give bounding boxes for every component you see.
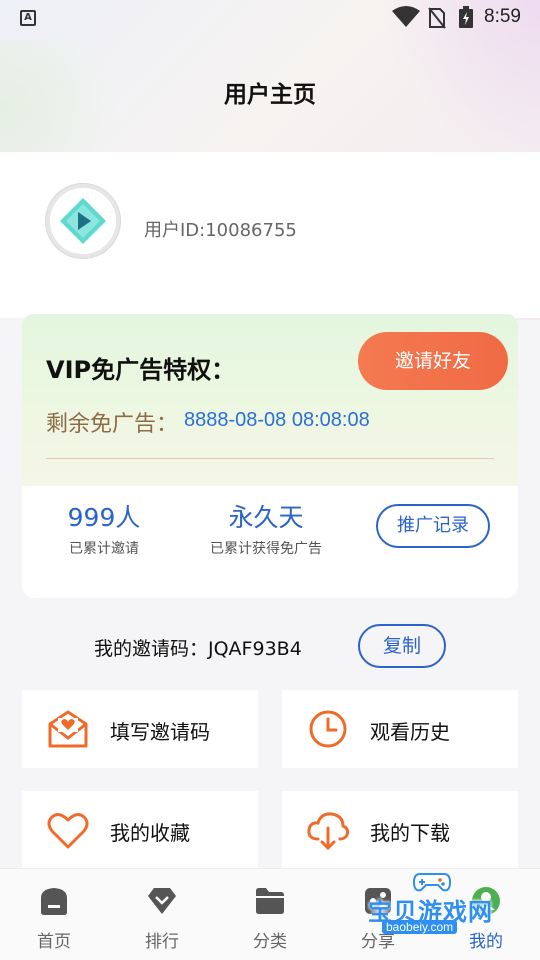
divider: [46, 458, 494, 459]
vip-card: VIP免广告特权： 邀请好友 剩余免广告： 8888-08-08 08:08:0…: [22, 314, 518, 598]
folder-icon: [256, 888, 284, 914]
remaining-label: 剩余免广告：: [46, 412, 179, 437]
copy-button[interactable]: 复制: [358, 624, 446, 668]
tile-my-favorites[interactable]: 我的收藏: [22, 791, 258, 869]
tab-ranking[interactable]: 排行: [108, 869, 216, 960]
invited-count-label: 已累计邀请: [69, 541, 139, 557]
tab-label: 排行: [145, 932, 179, 952]
tab-category[interactable]: 分类: [216, 869, 324, 960]
status-bar: A 8:59: [0, 0, 540, 36]
play-logo-icon: [60, 198, 106, 244]
tile-label: 我的收藏: [110, 821, 190, 845]
gamepad-icon: [412, 873, 452, 892]
tile-label: 填写邀请码: [110, 720, 210, 744]
tab-label: 首页: [37, 932, 71, 952]
watermark-url: baobeiy.com: [382, 920, 458, 934]
wifi-icon: [392, 6, 420, 27]
diamond-icon: [148, 888, 176, 914]
vip-title: VIP免广告特权：: [46, 356, 236, 384]
tile-my-downloads[interactable]: 我的下载: [282, 791, 518, 869]
tile-label: 我的下载: [370, 821, 450, 845]
invite-friends-button[interactable]: 邀请好友: [358, 332, 508, 390]
user-id: 用户ID:10086755: [144, 220, 297, 241]
avatar[interactable]: [46, 184, 120, 258]
invite-code: 我的邀请码：JQAF93B4: [94, 638, 302, 660]
ad-free-days: 永久天: [228, 503, 304, 532]
no-sim-icon: [428, 7, 446, 29]
remaining-value: 8888-08-08 08:08:08: [184, 409, 370, 431]
tile-watch-history[interactable]: 观看历史: [282, 690, 518, 768]
home-icon: [41, 888, 67, 915]
heart-icon: [47, 813, 89, 849]
battery-charging-icon: [459, 6, 473, 28]
invited-count: 999人: [67, 503, 141, 532]
clock-icon: [309, 710, 347, 748]
tab-home[interactable]: 首页: [0, 869, 108, 960]
tile-enter-invite-code[interactable]: 填写邀请码: [22, 690, 258, 768]
promotion-record-button[interactable]: 推广记录: [376, 504, 490, 548]
watermark-logo: 宝贝游戏网 baobeiy.com: [360, 870, 510, 938]
accessibility-indicator: A: [20, 10, 36, 26]
mail-heart-icon: [48, 710, 88, 748]
page-title: 用户主页: [224, 82, 316, 108]
ad-free-days-label: 已累计获得免广告: [210, 541, 322, 557]
tile-label: 观看历史: [370, 720, 450, 744]
cloud-download-icon: [307, 812, 349, 851]
status-time: 8:59: [484, 6, 521, 27]
tab-label: 分类: [253, 932, 287, 952]
